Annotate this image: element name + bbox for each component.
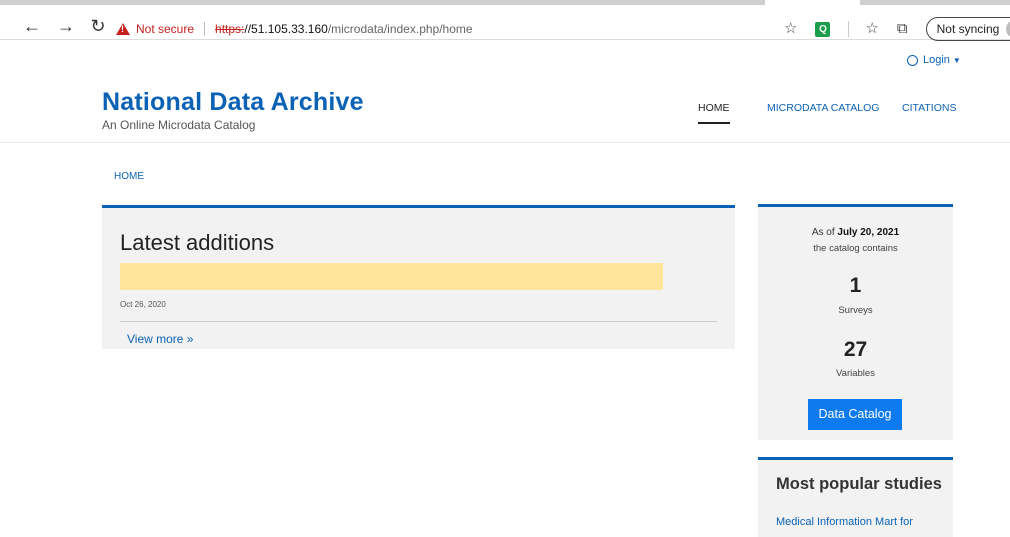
divider <box>848 21 850 37</box>
variables-label: Variables <box>836 368 875 379</box>
data-catalog-button[interactable]: Data Catalog <box>808 399 902 430</box>
favorite-star-icon[interactable]: ☆ <box>784 18 797 40</box>
security-status[interactable]: Not secure <box>136 18 194 40</box>
site-subtitle: An Online Microdata Catalog <box>102 118 256 132</box>
divider <box>120 321 717 322</box>
login-label: Login <box>923 54 950 66</box>
as-of-prefix: As of <box>811 227 838 238</box>
latest-additions-panel: Latest additions Oct 26, 2020 View more … <box>102 205 735 349</box>
tab[interactable] <box>860 0 1010 5</box>
catalog-stats-panel: As of July 20, 2021 the catalog contains… <box>758 204 953 440</box>
nav-home[interactable]: HOME <box>698 102 730 124</box>
latest-additions-title: Latest additions <box>120 230 275 255</box>
url-host: //51.105.33.160 <box>244 22 328 36</box>
nav-microdata-catalog[interactable]: MICRODATA CATALOG <box>767 102 879 114</box>
forward-icon[interactable]: → <box>56 16 76 36</box>
address-bar[interactable]: Not secure https://51.105.33.160/microda… <box>116 18 756 40</box>
profile-sync-button[interactable]: Not syncing <box>925 17 1010 41</box>
divider <box>204 22 206 36</box>
highlighted-study-link[interactable] <box>120 263 663 290</box>
back-icon[interactable]: ← <box>22 16 42 36</box>
contains-text: the catalog contains <box>813 243 898 254</box>
url-path: /microdata/index.php/home <box>327 22 473 36</box>
sync-label: Not syncing <box>936 22 1000 36</box>
user-icon <box>907 54 918 66</box>
url-protocol: https: <box>215 22 245 36</box>
browser-toolbar: ← → ↻ Not secure https://51.105.33.160/m… <box>0 0 1010 41</box>
warning-icon[interactable] <box>116 23 130 35</box>
site-title[interactable]: National Data Archive <box>102 88 364 117</box>
collections-icon[interactable]: ⧉ <box>897 18 908 40</box>
reload-icon[interactable]: ↻ <box>88 16 108 36</box>
avatar <box>1006 20 1010 38</box>
tab[interactable] <box>0 0 765 5</box>
popular-study-link[interactable]: Medical Information Mart for <box>776 516 913 528</box>
toolbar-icons: ☆ Q ☆ ⧉ Not syncing <box>784 17 1010 41</box>
as-of-date: July 20, 2021 <box>837 227 900 238</box>
extension-icon[interactable]: Q <box>815 21 831 37</box>
variables-count: 27 <box>843 338 868 361</box>
surveys-count: 1 <box>849 274 862 297</box>
as-of-text: As of July 20, 2021 <box>758 227 953 238</box>
popular-studies-title: Most popular studies <box>776 475 942 493</box>
header-divider <box>0 142 1010 143</box>
nav-citations[interactable]: CITATIONS <box>902 102 956 114</box>
popular-studies-panel: Most popular studies Medical Information… <box>758 457 953 537</box>
surveys-label: Surveys <box>838 305 873 316</box>
breadcrumb[interactable]: HOME <box>114 171 144 182</box>
tab-strip <box>0 0 1010 6</box>
view-more-link[interactable]: View more » <box>127 332 193 346</box>
caret-down-icon: ▼ <box>952 55 961 65</box>
favorites-list-icon[interactable]: ☆ <box>865 18 878 40</box>
login-menu[interactable]: Login ▼ <box>907 54 961 66</box>
study-date: Oct 26, 2020 <box>120 300 166 309</box>
